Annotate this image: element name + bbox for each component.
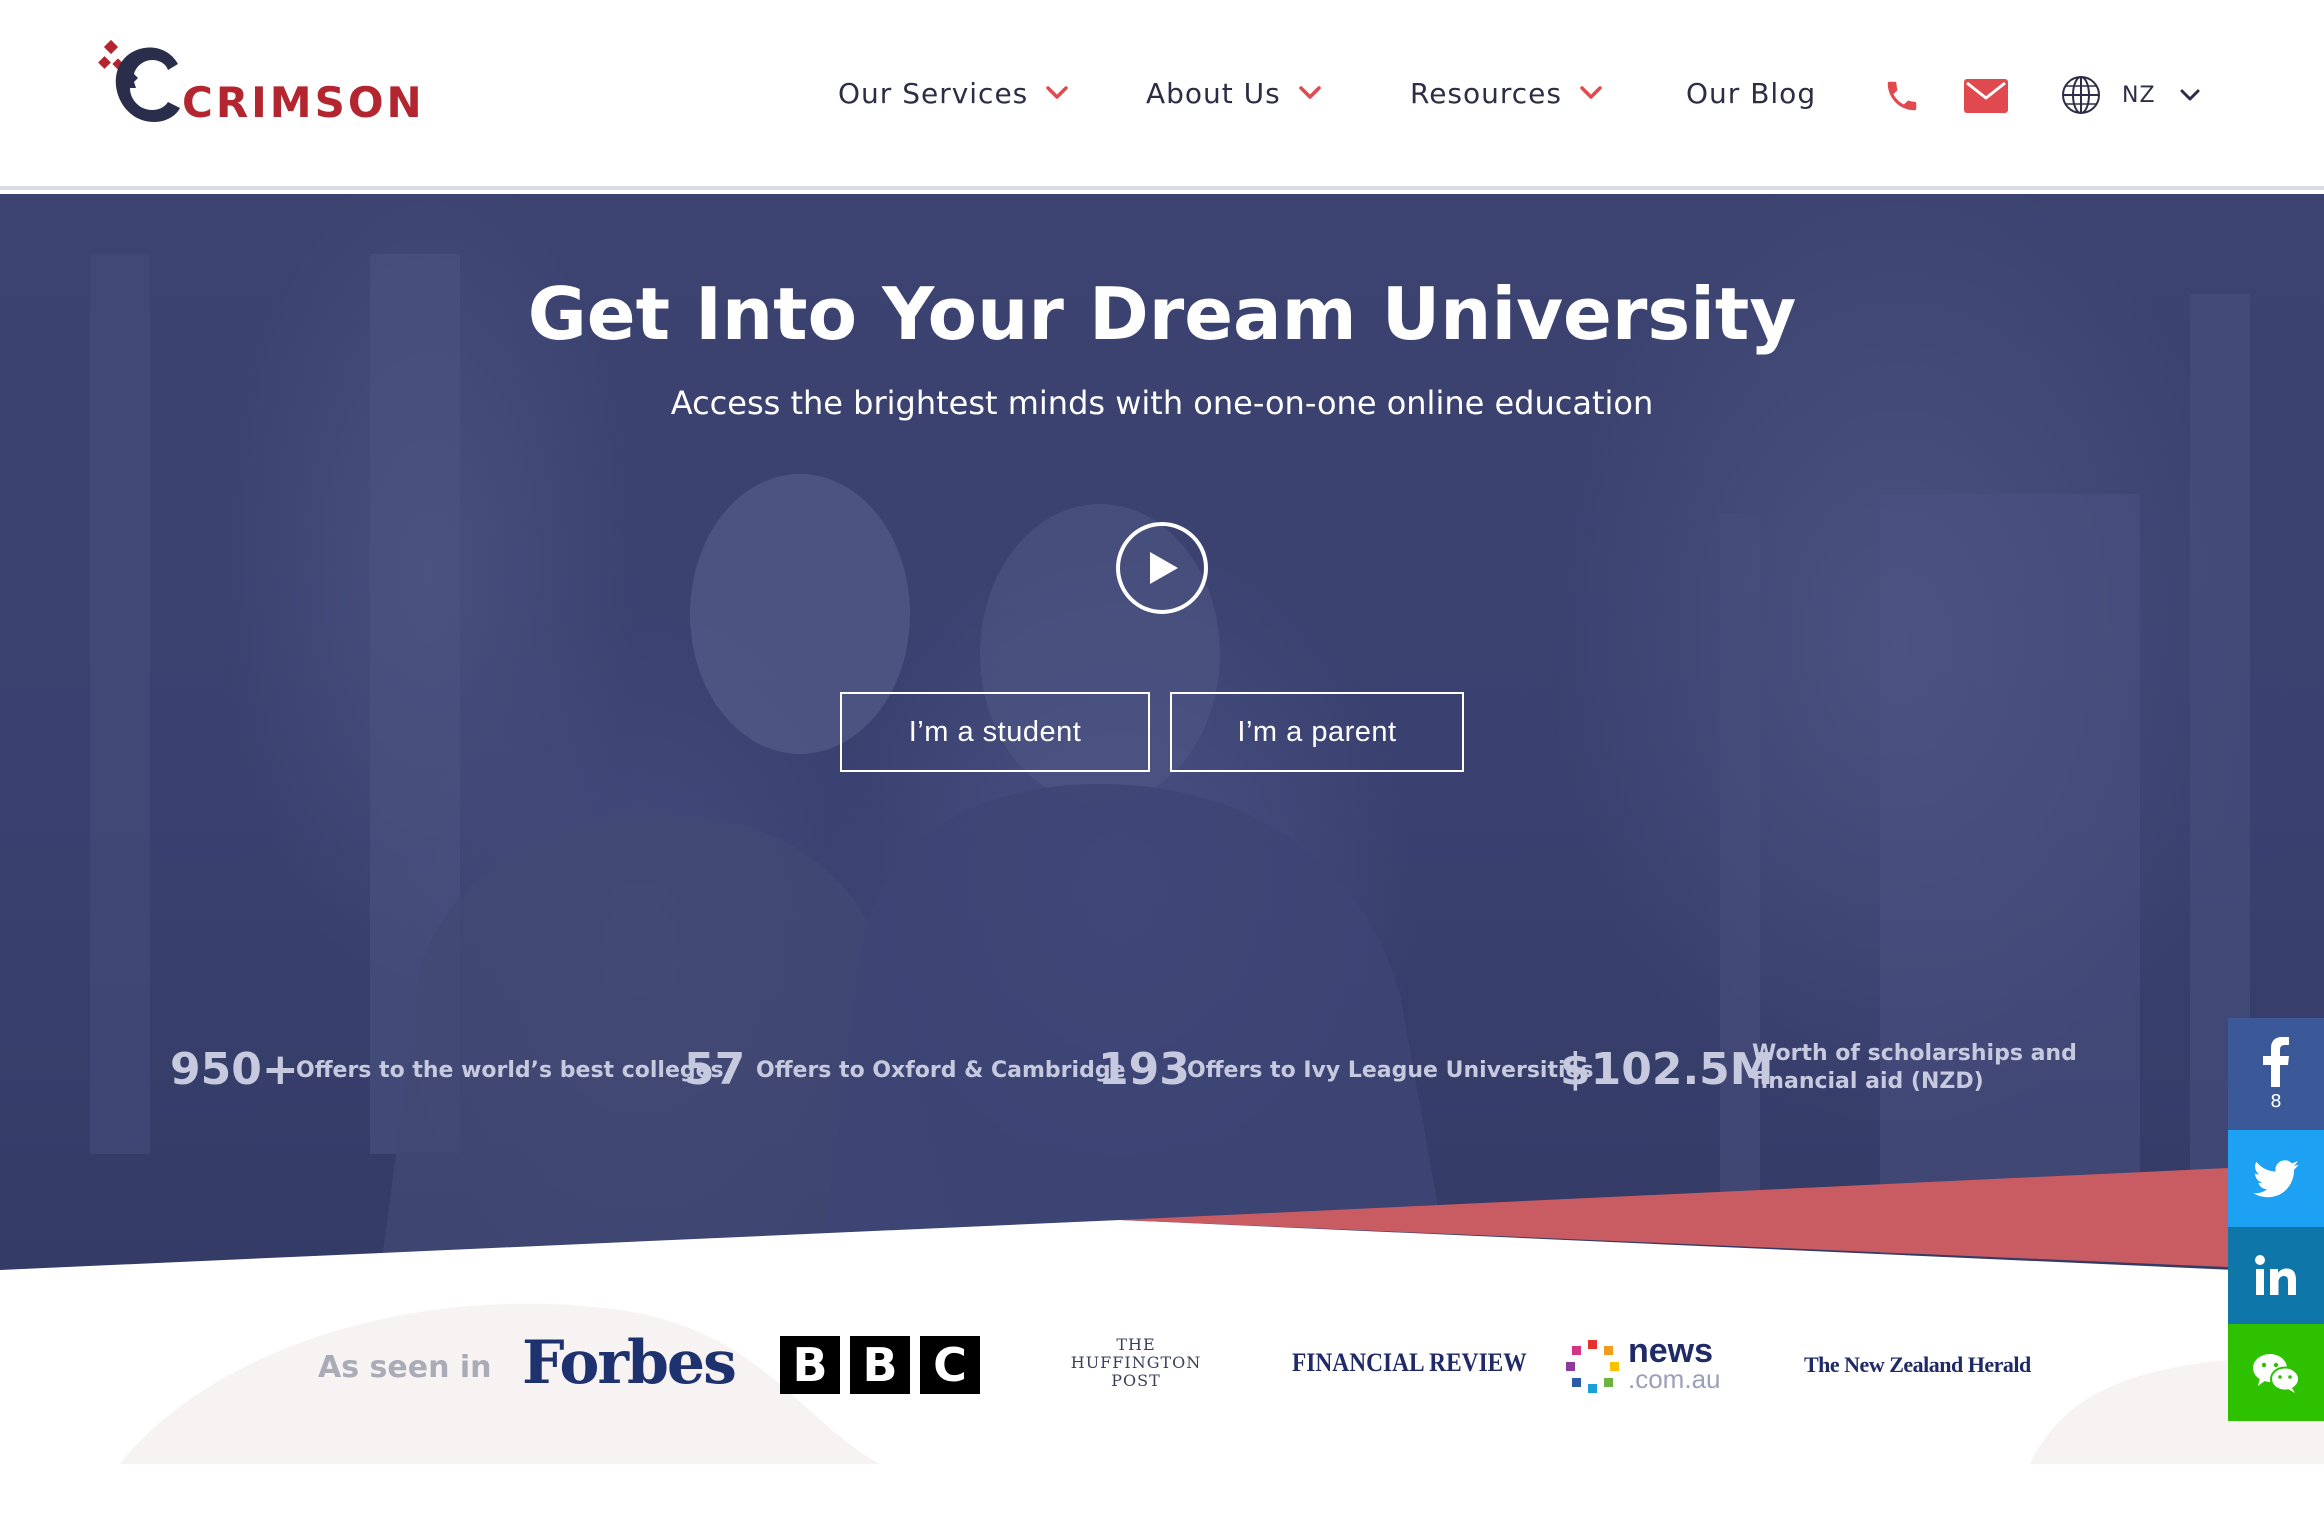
nav-resources-label: Resources [1410, 76, 1562, 110]
linkedin-share-button[interactable] [2228, 1227, 2324, 1324]
chevron-down-icon [1046, 86, 1069, 99]
linkedin-icon [2255, 1254, 2296, 1295]
nz-herald-logo: The New Zealand Herald [1804, 1352, 2031, 1377]
chevron-down-icon [1580, 86, 1602, 99]
huffington-line: HUFFINGTON [1070, 1353, 1202, 1372]
press-label: As seen in [318, 1350, 492, 1385]
parent-button[interactable]: I’m a parent [1170, 692, 1464, 772]
hero-title: Get Into Your Dream University [527, 272, 1797, 356]
nav-about-us-label: About Us [1146, 76, 1281, 110]
language-selected: NZ [2122, 82, 2156, 108]
nav-our-blog-label: Our Blog [1686, 76, 1817, 110]
stat-value: $102.5M [1560, 1044, 1774, 1095]
forbes-logo: Forbes [522, 1328, 737, 1398]
bbc-letter: B [780, 1336, 840, 1394]
news-dots-icon [1566, 1340, 1619, 1393]
stat-value: 950+ [170, 1044, 299, 1095]
chevron-down-icon [1299, 86, 1321, 99]
stat-value: 193 [1098, 1044, 1190, 1095]
hero-section: Get Into Your Dream University Access th… [0, 194, 2324, 1274]
mail-icon [1964, 79, 2008, 113]
press-section: As seen in Forbes B B C THE HUFFINGTON P… [0, 1300, 2324, 1430]
news-com-au-logo: news .com.au [1566, 1332, 1736, 1396]
stat-label: Worth of scholarships and financial aid … [1752, 1041, 2077, 1094]
phone-button[interactable] [1880, 74, 1924, 118]
nav-about-us[interactable]: About Us [1146, 68, 1321, 118]
wechat-icon [2253, 1353, 2300, 1393]
facebook-icon [2263, 1036, 2289, 1087]
facebook-share-count: 8 [2270, 1090, 2282, 1112]
nav-our-blog[interactable]: Our Blog [1686, 68, 1816, 118]
crimson-logo-mark [98, 39, 180, 122]
stat-label: Offers to Ivy League Universities [1187, 1058, 1594, 1083]
phone-icon [1887, 81, 1917, 111]
play-icon [1150, 552, 1178, 584]
twitter-share-button[interactable] [2228, 1130, 2324, 1227]
nav-our-services-label: Our Services [838, 76, 1029, 110]
language-selector[interactable]: NZ [2060, 70, 2200, 120]
huffington-post-logo: THE HUFFINGTON POST [1066, 1336, 1206, 1390]
hero-subtitle: Access the brightest minds with one-on-o… [670, 384, 1654, 422]
play-video-button[interactable] [1116, 522, 1208, 614]
bbc-letter: B [850, 1336, 910, 1394]
wechat-share-button[interactable] [2228, 1324, 2324, 1421]
nav-resources[interactable]: Resources [1410, 68, 1602, 118]
bbc-letter: C [920, 1336, 980, 1394]
bbc-logo: B B C [780, 1336, 980, 1394]
social-share-bar: 8 [2228, 1018, 2324, 1421]
student-button[interactable]: I’m a student [840, 692, 1150, 772]
crimson-logo[interactable]: CRIMSON [96, 34, 422, 134]
nav-our-services[interactable]: Our Services [838, 68, 1069, 118]
email-button[interactable] [1962, 74, 2010, 118]
logo-wordmark: CRIMSON [182, 78, 425, 127]
stats-bar: 950+ Offers to the world’s best colleges… [0, 1030, 2324, 1110]
news-domain: .com.au [1628, 1364, 1721, 1394]
site-header: CRIMSON Our Services About Us Resources … [0, 0, 2324, 190]
stat-label: Offers to Oxford & Cambridge [756, 1058, 1126, 1083]
hero-background-image [90, 254, 2250, 1274]
twitter-icon [2253, 1159, 2299, 1197]
stat-value: 57 [684, 1044, 746, 1095]
globe-icon [2062, 76, 2100, 114]
huffington-line: THE [1116, 1335, 1156, 1354]
financial-review-logo: FINANCIAL REVIEW [1292, 1348, 1527, 1377]
huffington-line: POST [1111, 1371, 1161, 1390]
stat-label: Offers to the world’s best colleges [296, 1058, 724, 1083]
chevron-down-icon [2180, 89, 2200, 101]
facebook-share-button[interactable]: 8 [2228, 1018, 2324, 1130]
